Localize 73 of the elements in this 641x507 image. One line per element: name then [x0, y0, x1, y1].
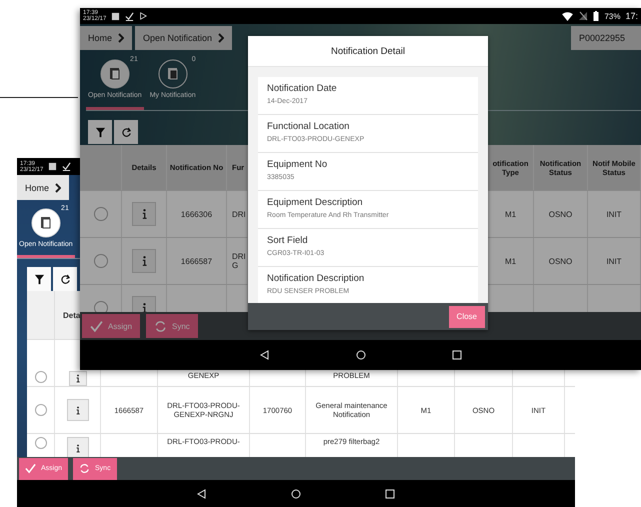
home-icon[interactable]	[291, 488, 301, 498]
status-clock: 17:	[625, 11, 638, 21]
filter-button[interactable]	[27, 267, 51, 291]
table-cell: DRI G	[232, 252, 247, 270]
battery-level: 73%	[604, 12, 620, 20]
field-label: Notification Date	[267, 83, 338, 94]
refresh-button[interactable]	[53, 267, 77, 291]
recents-icon[interactable]	[385, 488, 395, 498]
chevron-icon	[118, 33, 124, 43]
refresh-icon	[60, 274, 70, 284]
dialog-title: Notification Detail	[248, 36, 488, 67]
info-icon	[142, 209, 146, 219]
no-signal-icon	[578, 11, 588, 21]
info-icon	[76, 406, 80, 414]
info-icon	[76, 374, 80, 383]
table-cell: OSNO	[548, 210, 572, 218]
refresh-button[interactable]	[114, 120, 138, 144]
table-cell: M1	[504, 256, 516, 266]
table-cell: INIT	[606, 256, 622, 266]
info-button[interactable]	[68, 371, 86, 386]
action-button[interactable]: Assign	[82, 314, 140, 338]
notification-icon	[100, 58, 130, 88]
back-icon[interactable]	[197, 488, 207, 498]
close-button[interactable]: Close	[448, 306, 485, 328]
chevron-icon	[218, 33, 224, 43]
sync-icon	[79, 463, 90, 474]
radio-button[interactable]	[94, 301, 108, 312]
info-button[interactable]	[66, 399, 88, 421]
table-cell: INIT	[606, 210, 622, 218]
action-button[interactable]: Sync	[146, 314, 198, 338]
field-label: Sort Field	[267, 235, 309, 246]
info-icon	[76, 444, 80, 452]
field-label: Equipment Description	[267, 197, 364, 208]
notification-icon	[158, 58, 188, 88]
radio-button[interactable]	[94, 254, 108, 268]
breadcrumb-item[interactable]: Home	[17, 175, 70, 200]
field-label: Functional Location	[267, 121, 350, 132]
column-header: Deta	[63, 310, 80, 320]
filter-icon	[34, 274, 44, 284]
info-button[interactable]	[132, 249, 156, 273]
table-cell: DRI	[232, 210, 246, 218]
user-button[interactable]: P00022955	[570, 26, 641, 50]
check-icon	[25, 463, 36, 474]
check-icon	[62, 162, 72, 171]
chevron-icon	[55, 182, 62, 192]
radio-button[interactable]	[34, 437, 46, 449]
play-icon	[139, 12, 148, 20]
radio-button[interactable]	[34, 404, 46, 416]
table-cell: 1666306	[180, 210, 212, 218]
refresh-icon	[120, 126, 132, 138]
home-icon[interactable]	[356, 350, 366, 360]
breadcrumb-item[interactable]: Home	[80, 26, 132, 50]
table-cell: 1666587	[180, 256, 212, 266]
info-button[interactable]	[132, 202, 156, 226]
back-icon[interactable]	[260, 350, 270, 360]
info-button[interactable]	[66, 437, 88, 457]
recents-icon[interactable]	[452, 350, 462, 360]
battery-icon	[593, 11, 600, 21]
table-cell: OSNO	[548, 256, 572, 266]
notification-icon	[30, 208, 61, 238]
check-icon	[125, 12, 134, 20]
field-label: Equipment No	[267, 159, 328, 170]
filter-button[interactable]	[88, 120, 112, 144]
info-icon	[142, 256, 146, 266]
wifi-icon	[562, 12, 574, 20]
sync-icon	[154, 320, 168, 332]
field-label: Notification Description	[267, 273, 366, 284]
radio-button[interactable]	[34, 371, 46, 383]
radio-button[interactable]	[94, 207, 108, 221]
table-cell: M1	[504, 210, 516, 218]
breadcrumb-item[interactable]: Open Notification	[135, 26, 232, 50]
check-icon	[90, 320, 103, 332]
filter-icon	[94, 126, 106, 138]
